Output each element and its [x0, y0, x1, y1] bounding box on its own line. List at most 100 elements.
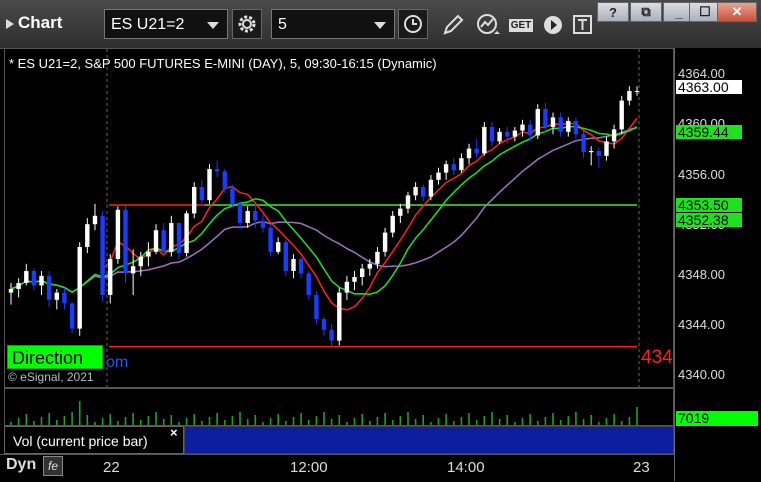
- volume-bar: [460, 417, 463, 425]
- volume-bar: [246, 419, 249, 425]
- collapse-chevron-icon[interactable]: [6, 18, 14, 29]
- candle-body: [321, 319, 327, 330]
- symbol-dropdown-arrow-icon[interactable]: [207, 22, 219, 29]
- volume-bar: [124, 417, 127, 425]
- candle-body: [589, 151, 594, 153]
- volume-bar: [330, 419, 333, 425]
- volume-bar: [521, 418, 524, 425]
- volume-bar: [369, 421, 371, 425]
- candle-body: [550, 117, 556, 127]
- volume-close-button[interactable]: ×: [170, 425, 178, 440]
- time-button[interactable]: [398, 9, 428, 39]
- volume-bar: [582, 419, 585, 425]
- minimize-icon: _: [675, 4, 683, 20]
- copyright-text: © eSignal, 2021: [8, 370, 94, 384]
- app-title-label: Chart: [18, 13, 63, 32]
- volume-bar: [346, 422, 348, 425]
- volume-bar: [216, 413, 218, 425]
- volume-chart-svg: [10, 401, 638, 425]
- dynamic-mode-label[interactable]: Dyn: [6, 456, 36, 474]
- volume-bar: [10, 422, 12, 425]
- candle-body: [489, 127, 495, 142]
- y-tick-label: 4356.00: [678, 167, 725, 182]
- candle-body: [413, 187, 418, 196]
- studies-button[interactable]: [475, 12, 501, 38]
- candle-body: [474, 148, 479, 154]
- volume-bar: [208, 417, 211, 425]
- play-button[interactable]: [540, 12, 566, 38]
- volume-bar: [71, 412, 73, 425]
- candle-body: [16, 283, 21, 289]
- volume-bar: [559, 420, 562, 425]
- candle-body: [108, 259, 113, 295]
- volume-bar: [300, 413, 302, 425]
- close-button[interactable]: ✕: [717, 2, 757, 22]
- volume-bar: [567, 416, 570, 425]
- interval-dropdown-arrow-icon[interactable]: [374, 22, 386, 29]
- candle-body: [77, 247, 82, 329]
- candle-body: [520, 124, 525, 131]
- candle-body: [367, 263, 372, 269]
- time-axis[interactable]: [0, 454, 674, 482]
- get-button[interactable]: GET: [506, 12, 536, 38]
- close-icon: ✕: [731, 4, 743, 19]
- candle-body: [100, 215, 105, 295]
- candle-body: [253, 211, 258, 221]
- restore-button[interactable]: ⧉: [630, 2, 662, 22]
- settings-button[interactable]: [232, 9, 262, 39]
- volume-bar: [132, 413, 134, 425]
- volume-bar: [63, 416, 66, 425]
- candle-body: [214, 169, 220, 172]
- text-tool-button[interactable]: [570, 12, 596, 38]
- volume-bar: [94, 422, 96, 425]
- volume-bar: [353, 418, 356, 425]
- direction-badge[interactable]: Direction: [7, 345, 103, 369]
- volume-bar: [575, 412, 577, 425]
- last-price-tag: 4363.00: [676, 80, 742, 94]
- symbol-combo[interactable]: ES U21=2: [104, 9, 228, 39]
- candle-body: [390, 215, 395, 233]
- volume-bar: [361, 414, 363, 425]
- candle-body: [176, 223, 182, 253]
- volume-bar: [86, 415, 89, 425]
- app-title[interactable]: Chart: [6, 13, 62, 33]
- candle-body: [314, 295, 319, 319]
- volume-bar: [48, 413, 50, 425]
- candle-body: [451, 164, 456, 171]
- help-button[interactable]: ?: [597, 2, 629, 22]
- candle-body: [421, 187, 426, 197]
- price-plot[interactable]: [4, 48, 674, 388]
- volume-bar: [17, 418, 20, 425]
- green-price-tag: 4359.44: [676, 125, 742, 139]
- candle-body: [24, 271, 29, 283]
- volume-bar: [231, 416, 234, 425]
- candle-body: [505, 131, 510, 137]
- volume-pane[interactable]: [4, 388, 674, 426]
- candle-body: [466, 148, 472, 159]
- volume-bar: [453, 421, 455, 425]
- volume-bar: [414, 419, 417, 425]
- x-tick-label: 23: [633, 459, 650, 476]
- candle-body: [459, 158, 464, 171]
- formula-icon[interactable]: fe: [43, 456, 63, 476]
- volume-bar: [162, 419, 165, 425]
- volume-bar: [376, 417, 379, 425]
- candle-body: [329, 329, 334, 341]
- candle-body: [611, 129, 617, 142]
- indicator-pane[interactable]: [184, 426, 674, 454]
- volume-bar: [277, 414, 279, 425]
- volume-bar: [285, 421, 287, 425]
- volume-bar: [254, 415, 257, 425]
- direction-link-suffix[interactable]: om: [106, 354, 128, 372]
- candle-body: [62, 292, 67, 304]
- candle-body: [245, 211, 250, 223]
- candle-body: [497, 131, 502, 142]
- volume-bar: [514, 422, 516, 425]
- volume-bar: [109, 414, 111, 425]
- volume-bar: [239, 412, 241, 425]
- volume-bar: [292, 417, 295, 425]
- volume-value-tag: 7019: [676, 411, 758, 426]
- candle-body: [85, 224, 90, 247]
- interval-combo[interactable]: 5: [271, 9, 395, 39]
- draw-tool-button[interactable]: [440, 12, 466, 38]
